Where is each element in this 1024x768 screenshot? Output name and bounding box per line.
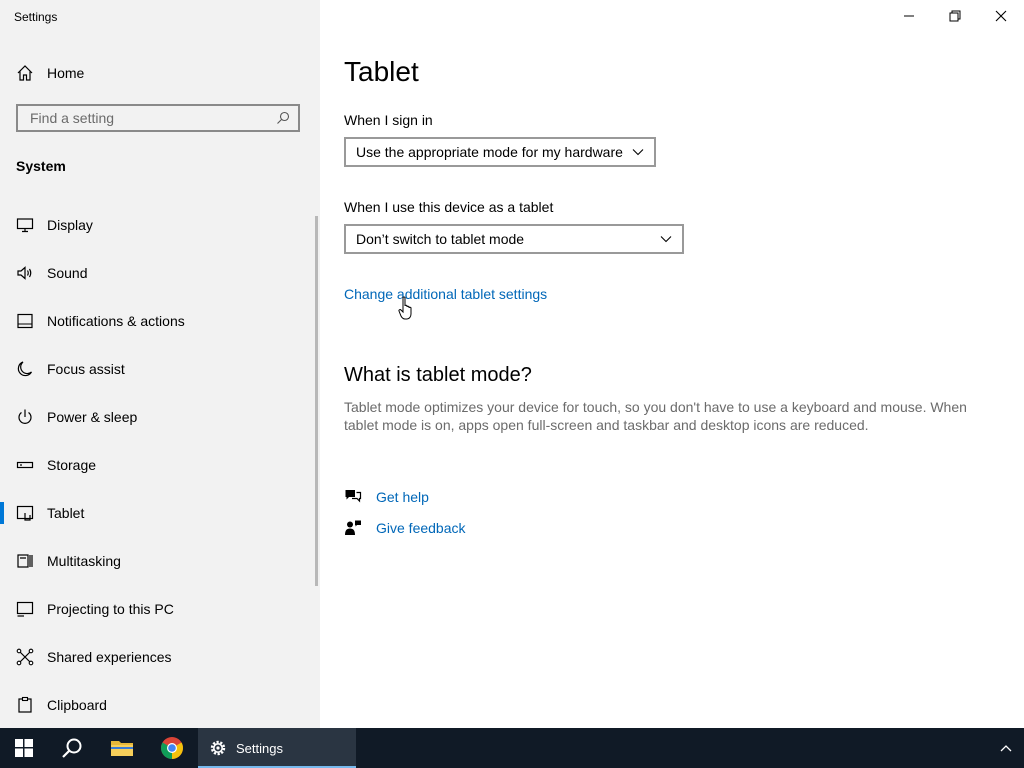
taskbar-search-button[interactable]: [50, 728, 94, 768]
sidebar-item-label: Display: [47, 217, 93, 233]
home-icon: [17, 65, 33, 81]
monitor-icon: [16, 216, 34, 234]
get-help-link[interactable]: Get help: [376, 489, 429, 505]
search-input[interactable]: [28, 109, 276, 127]
sidebar-item-multitasking[interactable]: Multitasking: [0, 537, 316, 585]
sidebar-item-tablet[interactable]: Tablet: [0, 489, 316, 537]
give-feedback-icon: [345, 520, 361, 535]
app-title: Settings: [14, 10, 58, 24]
taskbar: Settings: [0, 728, 1024, 768]
sidebar-home[interactable]: Home: [16, 62, 84, 84]
chrome-icon: [161, 737, 183, 759]
sidebar-item-label: Storage: [47, 457, 97, 473]
sign-in-label: When I sign in: [344, 112, 433, 128]
section-title: System: [16, 158, 66, 174]
sidebar-item-projecting[interactable]: Projecting to this PC: [0, 585, 316, 633]
chevron-down-icon: [660, 236, 672, 243]
search-icon[interactable]: [276, 111, 290, 125]
search-box[interactable]: [16, 104, 300, 132]
notifications-icon: [16, 312, 34, 330]
windows-logo-icon: [15, 739, 33, 757]
shared-experiences-icon: [16, 648, 34, 666]
show-hidden-icons-button[interactable]: [992, 728, 1020, 768]
sidebar-item-notifications[interactable]: Notifications & actions: [0, 297, 316, 345]
sidebar-item-power-sleep[interactable]: Power & sleep: [0, 393, 316, 441]
chrome-button[interactable]: [150, 728, 194, 768]
sidebar-item-clipboard[interactable]: Clipboard: [0, 681, 316, 729]
sign-in-dropdown-value: Use the appropriate mode for my hardware: [356, 144, 623, 160]
gear-icon: [210, 740, 226, 756]
search-icon: [62, 738, 82, 758]
tablet-icon: [16, 504, 34, 522]
what-is-tablet-mode-heading: What is tablet mode?: [344, 364, 532, 386]
device-tablet-dropdown[interactable]: Don’t switch to tablet mode: [344, 224, 684, 254]
sidebar-item-label: Shared experiences: [47, 649, 172, 665]
projecting-icon: [16, 600, 34, 618]
additional-tablet-settings-link[interactable]: Change additional tablet settings: [344, 286, 547, 302]
device-tablet-label: When I use this device as a tablet: [344, 199, 554, 215]
start-button[interactable]: [0, 728, 48, 768]
sidebar-item-label: Clipboard: [47, 697, 107, 713]
give-feedback-link[interactable]: Give feedback: [376, 520, 466, 536]
sidebar-item-storage[interactable]: Storage: [0, 441, 316, 489]
sidebar: Settings Home System Display Sound: [0, 0, 320, 728]
get-help-icon: [345, 490, 362, 503]
power-icon: [16, 408, 34, 426]
multitasking-icon: [16, 552, 34, 570]
moon-icon: [16, 360, 34, 378]
sign-in-dropdown[interactable]: Use the appropriate mode for my hardware: [344, 137, 656, 167]
clipboard-icon: [16, 696, 34, 714]
device-tablet-dropdown-value: Don’t switch to tablet mode: [356, 231, 525, 247]
sidebar-item-label: Tablet: [47, 505, 85, 521]
minimize-button[interactable]: [886, 0, 932, 32]
taskbar-settings-label: Settings: [236, 740, 283, 756]
sidebar-scrollbar[interactable]: [315, 216, 318, 586]
sidebar-item-focus-assist[interactable]: Focus assist: [0, 345, 316, 393]
sidebar-item-sound[interactable]: Sound: [0, 249, 316, 297]
hand-cursor-icon: [398, 296, 412, 320]
minimize-icon: [904, 15, 914, 17]
sidebar-item-label: Sound: [47, 265, 88, 281]
file-explorer-button[interactable]: [100, 728, 144, 768]
sidebar-item-label: Focus assist: [47, 361, 125, 377]
restore-icon: [949, 10, 961, 22]
sidebar-item-label: Notifications & actions: [47, 313, 185, 329]
give-feedback-row[interactable]: Give feedback: [344, 518, 466, 538]
sidebar-item-label: Multitasking: [47, 553, 121, 569]
sidebar-item-display[interactable]: Display: [0, 201, 316, 249]
page-title: Tablet: [344, 56, 419, 87]
sidebar-item-shared-experiences[interactable]: Shared experiences: [0, 633, 316, 681]
restore-button[interactable]: [932, 0, 978, 32]
close-button[interactable]: [978, 0, 1024, 32]
taskbar-settings-app[interactable]: Settings: [198, 728, 356, 768]
nav-list: Display Sound Notifications & actions Fo…: [0, 201, 316, 729]
chevron-down-icon: [632, 149, 644, 156]
tablet-mode-description: Tablet mode optimizes your device for to…: [344, 399, 967, 433]
speaker-icon: [16, 264, 34, 282]
sidebar-item-label: Projecting to this PC: [47, 601, 174, 617]
sidebar-item-label: Power & sleep: [47, 409, 138, 425]
home-label: Home: [47, 65, 85, 81]
close-icon: [995, 10, 1007, 22]
folder-icon: [111, 741, 133, 756]
get-help-row[interactable]: Get help: [344, 487, 429, 507]
chevron-up-icon: [1000, 745, 1012, 752]
storage-icon: [16, 456, 34, 474]
